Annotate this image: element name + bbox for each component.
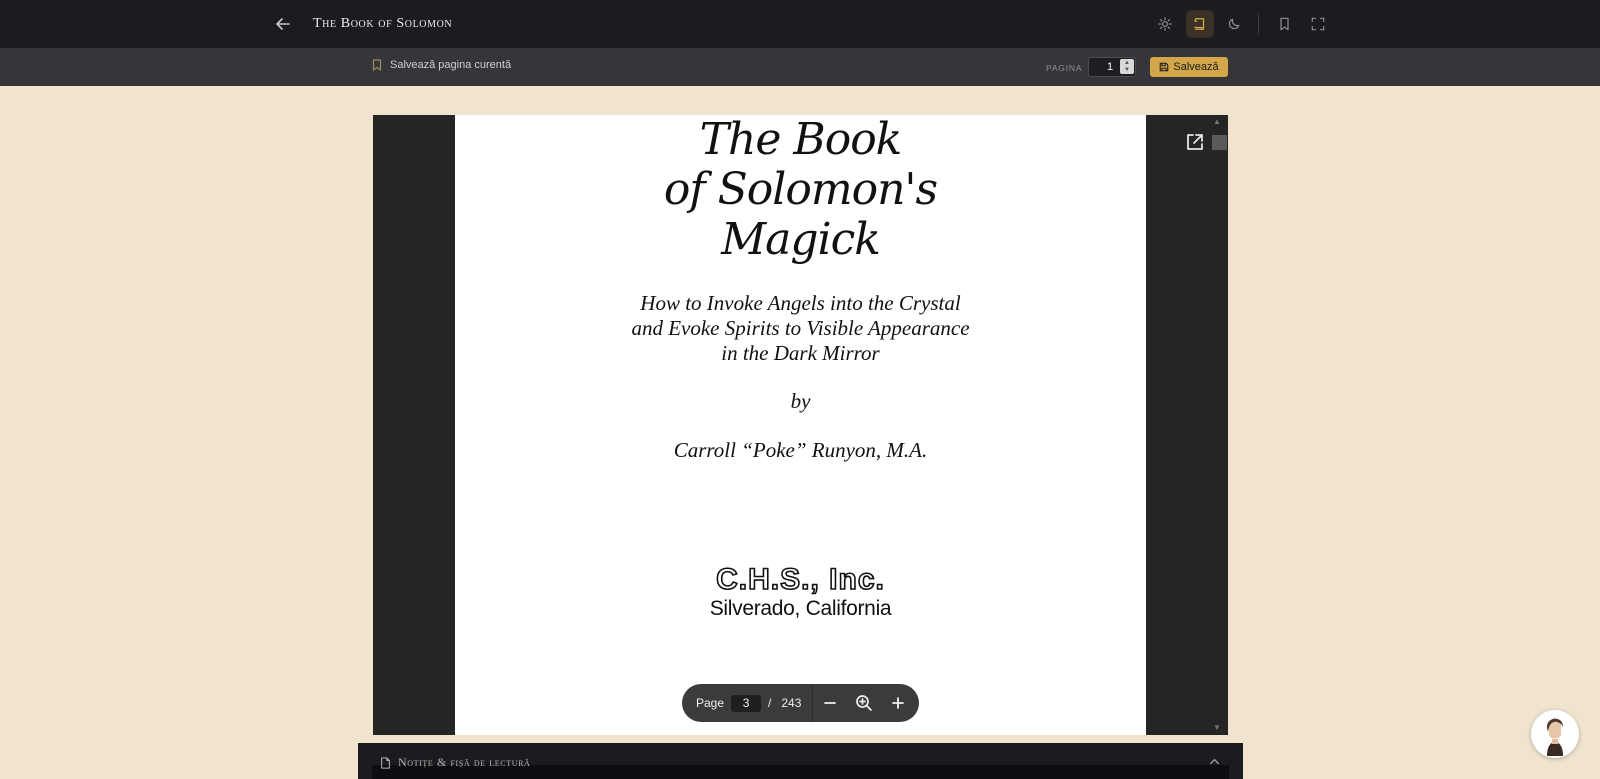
chevron-up-icon — [1210, 758, 1219, 765]
current-page-input[interactable]: 3 — [731, 694, 762, 712]
book-subtitle-line: and Evoke Spirits to Visible Appearance — [631, 316, 970, 340]
book-title: The Book of Solomon — [313, 16, 453, 31]
minus-icon — [824, 702, 837, 704]
bookmark-icon — [372, 59, 382, 71]
book-subtitle-line: How to Invoke Angels into the Crystal — [640, 291, 961, 315]
book-title-line: of Solomon's — [663, 164, 938, 215]
notes-panel-header[interactable]: Notițe & fișă de lectură — [358, 743, 1243, 779]
scroll-icon — [1194, 18, 1205, 30]
fullscreen-icon — [1311, 17, 1325, 31]
save-current-page-label: Salvează pagina curentă — [390, 59, 512, 71]
sun-icon — [1158, 17, 1172, 31]
save-icon — [1160, 62, 1169, 72]
moon-icon — [1228, 18, 1240, 30]
assistant-avatar[interactable] — [1531, 710, 1579, 758]
page-save-bar: Salvează pagina curentă PAGINA 1 ▲ ▼ Sal… — [0, 48, 1600, 86]
document-icon — [381, 756, 390, 769]
pdf-toolbar: Page 3 / 243 — [682, 684, 919, 722]
zoom-icon — [856, 695, 873, 711]
notes-label: Notițe & fișă de lectură — [398, 755, 531, 769]
toolbar-divider — [1258, 14, 1259, 34]
page-stepper[interactable]: ▲ ▼ — [1120, 59, 1134, 74]
author-name: Carroll “Poke” Runyon, M.A. — [673, 438, 928, 462]
plus-icon — [892, 697, 905, 709]
book-subtitle-line: in the Dark Mirror — [721, 341, 880, 365]
page-separator: / — [768, 696, 772, 710]
zoom-in-button[interactable] — [881, 684, 915, 722]
avatar-portrait-icon — [1546, 718, 1564, 756]
book-title-line: Magick — [721, 214, 881, 265]
chevron-down-icon[interactable]: ▼ — [1124, 67, 1130, 74]
zoom-out-button[interactable] — [813, 684, 847, 722]
scrollbar-thumb[interactable] — [1212, 135, 1227, 150]
pdf-page: The Book of Solomon's Magick How to Invo… — [455, 115, 1146, 735]
pdf-viewer[interactable]: The Book of Solomon's Magick How to Invo… — [373, 115, 1228, 735]
scroll-up-arrow[interactable]: ▲ — [1213, 117, 1221, 126]
arrow-left-icon — [276, 18, 290, 30]
zoom-reset-button[interactable] — [847, 684, 881, 722]
bookmark-button[interactable] — [1270, 10, 1298, 38]
fullscreen-button[interactable] — [1304, 10, 1332, 38]
top-bar: The Book of Solomon — [0, 0, 1600, 48]
total-pages: 243 — [781, 696, 802, 710]
back-button[interactable] — [272, 13, 294, 35]
book-title-line: The Book — [699, 115, 903, 165]
by-line: by — [790, 389, 811, 413]
open-external-button[interactable] — [1185, 132, 1207, 154]
save-button[interactable]: Salvează — [1150, 57, 1228, 77]
save-current-page-link[interactable]: Salvează pagina curentă — [372, 59, 511, 71]
scroll-down-arrow[interactable]: ▼ — [1213, 723, 1221, 732]
notes-collapse-button[interactable] — [1209, 754, 1220, 772]
external-link-icon — [1187, 134, 1203, 150]
bookmark-icon — [1279, 17, 1289, 31]
sepia-theme-button[interactable] — [1186, 10, 1214, 38]
publisher-name: C.H.S., Inc. — [715, 562, 885, 597]
notes-toggle[interactable]: Notițe & fișă de lectură — [380, 755, 530, 770]
dark-theme-button[interactable] — [1220, 10, 1248, 38]
page-label: PAGINA — [1046, 63, 1083, 73]
page-label: Page — [696, 696, 725, 710]
save-button-label: Salvează — [1173, 61, 1219, 73]
light-theme-button[interactable] — [1151, 10, 1179, 38]
chevron-up-icon[interactable]: ▲ — [1124, 60, 1130, 67]
publisher-location: Silverado, California — [709, 597, 892, 620]
